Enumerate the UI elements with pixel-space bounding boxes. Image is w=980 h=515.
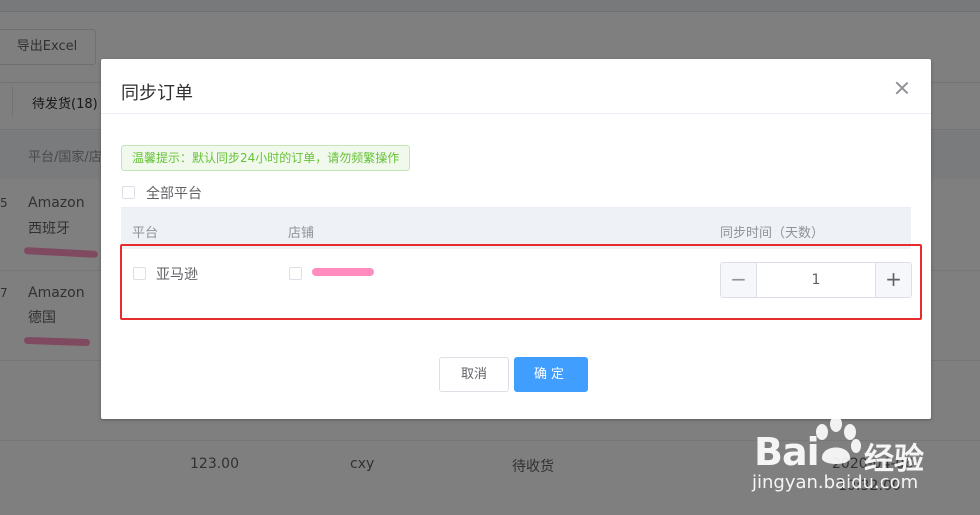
cancel-button[interactable]: 取消	[439, 357, 509, 392]
baidu-jingyan-watermark: Bai 经验 jingyan.baidu.com	[748, 412, 980, 515]
column-store: 店铺	[288, 226, 315, 241]
watermark-url: jingyan.baidu.com	[752, 472, 919, 493]
warning-tip: 温馨提示：默认同步24小时的订单，请勿频繁操作	[121, 145, 411, 171]
dialog-header: 同步订单	[101, 59, 931, 114]
sync-orders-dialog: 同步订单 温馨提示：默认同步24小时的订单，请勿频繁操作 全部平台 平台 店铺 …	[101, 59, 931, 419]
close-icon[interactable]	[895, 81, 909, 95]
column-platform: 平台	[132, 226, 159, 241]
annotation-highlight-box	[120, 244, 922, 320]
all-platforms-label[interactable]: 全部平台	[146, 183, 202, 203]
column-sync-time: 同步时间（天数）	[720, 226, 825, 241]
dialog-title: 同步订单	[121, 83, 193, 104]
all-platforms-checkbox[interactable]	[122, 186, 135, 199]
watermark-brand: Bai	[754, 430, 820, 474]
confirm-button[interactable]: 确定	[514, 357, 588, 392]
